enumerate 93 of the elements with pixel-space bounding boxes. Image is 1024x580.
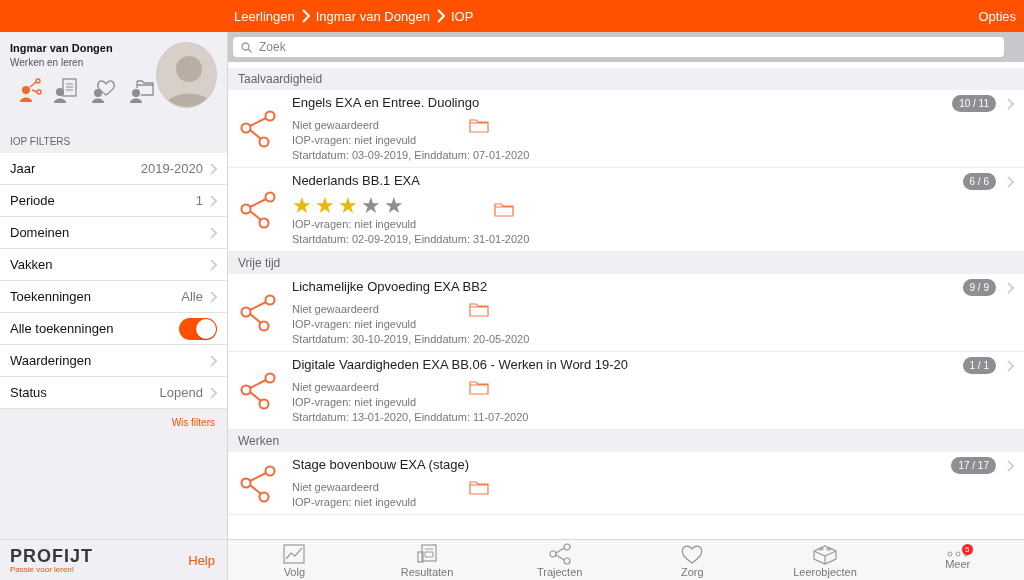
- trajectory-item[interactable]: Engels EXA en Entree. Duolingo Niet gewaardeerd IOP-vragen: niet ingevuld Startdatum: 03-09-2019, Einddatum: 07-01-2020 10 / 11: [228, 90, 1024, 168]
- filter-row[interactable]: Jaar 2019-2020: [0, 153, 227, 185]
- filter-label: Jaar: [10, 161, 37, 176]
- section-header: Taalvaardigheid: [228, 68, 1024, 90]
- count-badge: 6 / 6: [962, 173, 996, 190]
- filter-label: Domeinen: [10, 225, 71, 240]
- questions-text: IOP-vragen: niet ingevuld: [292, 395, 418, 410]
- share-icon: [240, 294, 276, 332]
- chevron-icon: [209, 386, 217, 399]
- folder-icon: [468, 301, 489, 317]
- count-badge: 17 / 17: [951, 457, 996, 474]
- filter-label: Toekenningen: [10, 289, 92, 304]
- dates-text: Startdatum: 03-09-2019, Einddatum: 07-01-2020: [292, 148, 531, 163]
- chevron-icon: [435, 9, 445, 23]
- filter-value: Lopend: [159, 385, 203, 400]
- folder-icon: [468, 379, 489, 395]
- chevron-icon: [1006, 281, 1014, 294]
- notification-badge: 5: [961, 544, 973, 555]
- star-icon: ★: [315, 195, 335, 217]
- chevron-icon: [209, 162, 217, 175]
- chevron-icon: [1006, 175, 1014, 188]
- section-header: Vrije tijd: [228, 252, 1024, 274]
- trajectory-title: Lichamelijke Opvoeding EXA BB2: [292, 279, 489, 294]
- more-icon: [946, 550, 969, 557]
- student-name: Ingmar van Dongen: [10, 42, 114, 54]
- count-badge: 9 / 9: [962, 279, 996, 296]
- filter-label: Alle toekenningen: [10, 321, 115, 336]
- share-icon: [240, 110, 276, 148]
- folder-icon: [468, 479, 489, 495]
- folder-icon: [494, 201, 514, 217]
- trajectory-title: Stage bovenbouw EXA (stage): [292, 457, 471, 472]
- filter-row[interactable]: Status Lopend: [0, 377, 227, 409]
- trajectory-item[interactable]: Stage bovenbouw EXA (stage) Niet gewaardeerd IOP-vragen: niet ingevuld 17 / 17: [228, 452, 1024, 515]
- star-icon: ★: [384, 195, 404, 217]
- count-badge: 10 / 11: [952, 95, 996, 112]
- filter-label: Waarderingen: [10, 353, 93, 368]
- count-badge: 1 / 1: [962, 357, 996, 374]
- filter-value: 2019-2020: [140, 161, 203, 176]
- section-header: Werken: [228, 430, 1024, 452]
- tab-bar-item[interactable]: Resultaten: [360, 540, 494, 580]
- filters-heading: IOP FILTERS: [9, 135, 72, 149]
- rating-text: Niet gewaardeerd: [292, 380, 379, 395]
- questions-text: IOP-vragen: niet ingevuld: [292, 317, 418, 332]
- filter-row[interactable]: Waarderingen: [0, 345, 227, 377]
- search-field[interactable]: Zoek: [233, 37, 1004, 57]
- questions-text: IOP-vragen: niet ingevuld: [292, 217, 418, 232]
- chevron-icon: [209, 354, 217, 367]
- dates-text: Startdatum: 02-09-2019, Einddatum: 31-01-2020: [292, 232, 531, 247]
- tab-bar-item[interactable]: Trajecten: [493, 540, 626, 580]
- star-icon: ★: [292, 195, 312, 217]
- tab-bar-item[interactable]: Zorg: [626, 540, 759, 580]
- filter-value: Alle: [181, 289, 203, 304]
- star-icon: ★: [361, 195, 381, 217]
- trajectory-item[interactable]: Lichamelijke Opvoeding EXA BB2 Niet gewaardeerd IOP-vragen: niet ingevuld Startdatum: 30-10-2019, Einddatum: 20-05-2020 9 / 9: [228, 274, 1024, 352]
- folder-icon: [468, 117, 489, 133]
- search-icon: [241, 42, 252, 53]
- toggle-switch[interactable]: [179, 317, 217, 340]
- rating-text: Niet gewaardeerd: [292, 302, 379, 317]
- share-icon: [240, 372, 276, 410]
- filter-row[interactable]: Domeinen: [0, 217, 227, 249]
- dates-text: Startdatum: 13-01-2020, Einddatum: 11-07-2020: [292, 410, 530, 425]
- chevron-icon: [300, 9, 310, 23]
- chevron-icon: [1006, 359, 1014, 372]
- filter-row[interactable]: Vakken: [0, 249, 227, 281]
- logo-text: PROFIJT: [10, 546, 93, 565]
- filter-row[interactable]: Toekenningen Alle: [0, 281, 227, 313]
- trajectory-title: Nederlands BB.1 EXA: [292, 173, 421, 188]
- student-program: Werken en leren: [10, 57, 85, 68]
- filter-label: Periode: [10, 193, 56, 208]
- filter-row[interactable]: Periode 1: [0, 185, 227, 217]
- questions-text: IOP-vragen: niet ingevuld: [292, 495, 418, 510]
- chevron-icon: [1006, 459, 1014, 472]
- filter-label: Status: [10, 385, 48, 400]
- star-icon: ★: [338, 195, 358, 217]
- tab-bar-item[interactable]: Leerobjecten: [758, 540, 892, 580]
- chevron-icon: [209, 226, 217, 239]
- rating-text: Niet gewaardeerd: [292, 118, 379, 133]
- tab-bar-item[interactable]: Meer 5: [891, 540, 1024, 580]
- share-icon: [240, 464, 276, 503]
- chevron-icon: [209, 258, 217, 271]
- filter-value: 1: [195, 193, 203, 208]
- questions-text: IOP-vragen: niet ingevuld: [292, 133, 418, 148]
- logo-tagline: Passie voor leren!: [10, 564, 76, 574]
- chevron-icon: [209, 194, 217, 207]
- chevron-icon: [209, 290, 217, 303]
- tab-bar-item[interactable]: Volg: [228, 540, 361, 580]
- trajectory-title: Engels EXA en Entree. Duolingo: [292, 95, 481, 110]
- rating-text: Niet gewaardeerd: [292, 480, 379, 495]
- trajectory-title: Digitale Vaardigheden EXA BB.06 - Werken in Word 19-20: [292, 357, 630, 372]
- filter-label: Vakken: [10, 257, 54, 272]
- dates-text: Startdatum: 30-10-2019, Einddatum: 20-05-2020: [292, 332, 531, 347]
- share-icon: [240, 191, 276, 229]
- chevron-icon: [1006, 97, 1014, 110]
